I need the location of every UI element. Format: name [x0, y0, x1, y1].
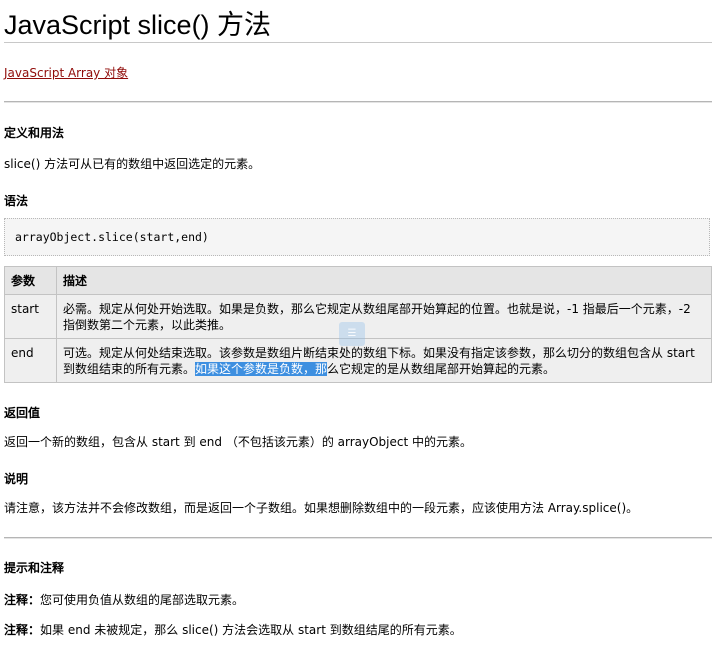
- syntax-code: arrayObject.slice(start,end): [15, 230, 209, 244]
- return-value-text: 返回一个新的数组，包含从 start 到 end （不包括该元素）的 array…: [4, 435, 472, 449]
- param-desc-start: 必需。规定从何处开始选取。如果是负数，那么它规定从数组尾部开始算起的位置。也就是…: [56, 294, 712, 339]
- description-heading: 说明: [4, 472, 29, 486]
- note-text: 您可使用负值从数组的尾部选取元素。: [40, 593, 245, 607]
- array-object-link[interactable]: JavaScript Array 对象: [4, 64, 128, 82]
- note-item: 注释：如果 end 未被规定，那么 slice() 方法会选取从 start 到…: [4, 621, 462, 639]
- note-label: 注释：: [4, 593, 41, 607]
- note-item: 注释：您可使用负值从数组的尾部选取元素。: [4, 591, 244, 609]
- title-divider: [4, 42, 712, 43]
- param-desc-line: 必需。规定从何处开始选取。如果是负数，那么它规定从数组尾部开始算起的位置。也就是…: [63, 302, 691, 316]
- tips-heading: 提示和注释: [4, 561, 65, 575]
- definition-text: slice() 方法可从已有的数组中返回选定的元素。: [4, 157, 261, 171]
- param-desc-line: 么它规定的是从数组尾部开始算起的元素。: [327, 362, 556, 376]
- note-label: 注释：: [4, 623, 41, 637]
- param-desc-line: 可选。规定从何处结束选取。该参数是数组片断结束处的数组下标。如果没有指定该参数，…: [63, 346, 695, 360]
- param-name-start: start: [4, 294, 57, 339]
- description-text: 请注意，该方法并不会修改数组，而是返回一个子数组。如果想删除数组中的一段元素，应…: [4, 501, 639, 515]
- selection-popup-icon[interactable]: ☰: [339, 322, 365, 346]
- param-desc-line: 到数组结束的所有元素。: [63, 362, 196, 376]
- section-divider: [4, 537, 712, 539]
- page-title: JavaScript slice() 方法: [4, 10, 272, 40]
- table-header-row: 参数 描述: [4, 266, 712, 295]
- text-selection[interactable]: 如果这个参数是负数，那: [195, 362, 328, 376]
- note-text: 如果 end 未被规定，那么 slice() 方法会选取从 start 到数组结…: [40, 623, 462, 637]
- syntax-heading: 语法: [4, 194, 29, 208]
- syntax-code-block[interactable]: arrayObject.slice(start,end): [4, 218, 710, 256]
- definition-heading: 定义和用法: [4, 126, 65, 140]
- column-header-param: 参数: [4, 266, 57, 295]
- return-value-heading: 返回值: [4, 406, 41, 420]
- param-desc-end: 可选。规定从何处结束选取。该参数是数组片断结束处的数组下标。如果没有指定该参数，…: [56, 338, 712, 383]
- column-header-description: 描述: [56, 266, 712, 295]
- section-divider: [4, 101, 712, 103]
- param-name-end: end: [4, 338, 57, 383]
- param-desc-line: 指倒数第二个元素，以此类推。: [63, 318, 232, 332]
